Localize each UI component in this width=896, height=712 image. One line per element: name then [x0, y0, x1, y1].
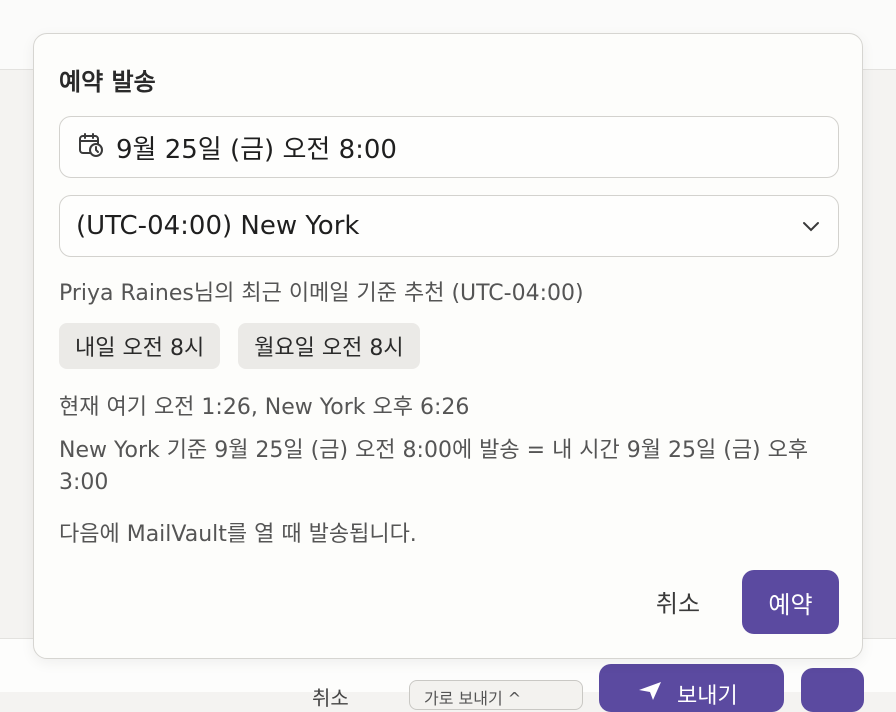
conversion-text: New York 기준 9월 25일 (금) 오전 8:00에 발송 = 내 시… [59, 438, 809, 495]
suggestion-chips: 내일 오전 8시 월요일 오전 8시 [59, 323, 420, 369]
schedule-button[interactable]: 예약 [742, 570, 839, 634]
suggestion-chip-monday[interactable]: 월요일 오전 8시 [238, 323, 420, 369]
dialog-title: 예약 발송 [59, 68, 156, 96]
send-icon [637, 680, 663, 708]
date-time-value: 9월 25일 (금) 오전 8:00 [116, 134, 397, 165]
background-more-button[interactable] [801, 668, 864, 712]
background-cancel-button[interactable]: 취소 [312, 682, 349, 711]
timezone-select[interactable]: (UTC-04:00) New York [59, 195, 839, 257]
chevron-down-icon [802, 217, 820, 236]
date-time-field[interactable]: 9월 25일 (금) 오전 8:00 [59, 116, 839, 178]
background-option-chip[interactable]: 가로 보내기 ^ [409, 680, 583, 710]
cancel-button[interactable]: 취소 [630, 570, 726, 632]
suggestion-chip-tomorrow[interactable]: 내일 오전 8시 [59, 323, 221, 369]
background-send-label: 보내기 [677, 684, 738, 709]
current-time-text: 현재 여기 오전 1:26, New York 오후 6:26 [59, 395, 470, 420]
calendar-clock-icon [78, 132, 104, 162]
timezone-value: (UTC-04:00) New York [76, 211, 360, 241]
offline-note: 다음에 MailVault를 열 때 발송됩니다. [59, 522, 417, 547]
schedule-send-dialog: 예약 발송 9월 25일 (금) 오전 8:00 (UTC-04:00) New… [33, 33, 863, 659]
recommendation-text: Priya Raines님의 최근 이메일 기준 추천 (UTC-04:00) [59, 281, 584, 306]
background-send-button[interactable]: 보내기 [599, 664, 784, 712]
